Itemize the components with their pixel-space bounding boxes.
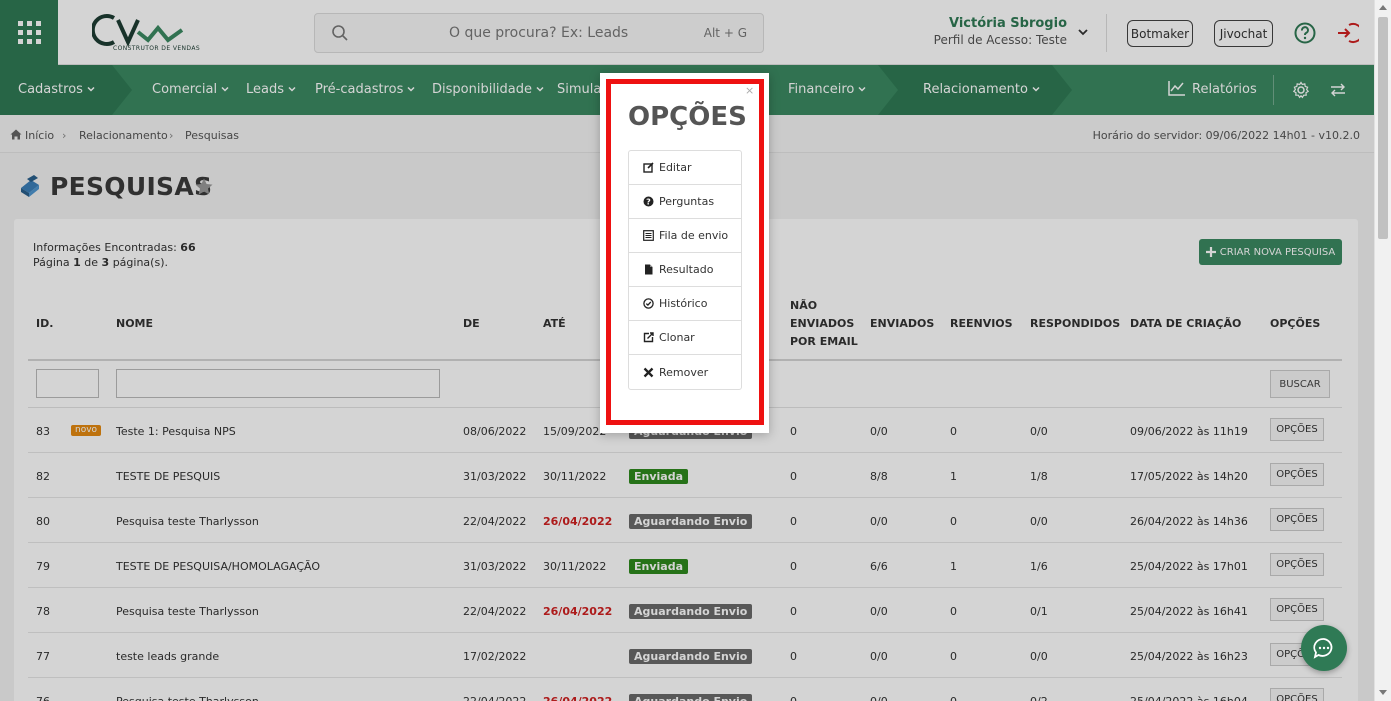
close-icon[interactable]: × bbox=[745, 84, 754, 97]
option-label: Editar bbox=[659, 161, 692, 174]
file-icon bbox=[645, 264, 653, 275]
option-label: Resultado bbox=[659, 263, 714, 276]
modal-title: OPÇÕES bbox=[628, 102, 747, 132]
clone-icon bbox=[643, 332, 654, 343]
option-fila-envio[interactable]: Fila de envio bbox=[629, 219, 741, 253]
scroll-thumb[interactable] bbox=[1378, 17, 1388, 239]
remove-icon bbox=[643, 367, 654, 377]
svg-text:?: ? bbox=[646, 197, 651, 206]
option-label: Clonar bbox=[659, 331, 695, 344]
scroll-down-arrow[interactable] bbox=[1379, 690, 1387, 695]
chat-button[interactable] bbox=[1301, 625, 1347, 671]
scroll-up-arrow[interactable] bbox=[1379, 5, 1387, 10]
option-label: Histórico bbox=[659, 297, 708, 310]
option-resultado[interactable]: Resultado bbox=[629, 253, 741, 287]
option-historico[interactable]: Histórico bbox=[629, 287, 741, 321]
vertical-scrollbar[interactable] bbox=[1374, 0, 1391, 701]
edit-icon bbox=[643, 162, 654, 173]
question-icon: ? bbox=[643, 196, 654, 207]
option-remover[interactable]: Remover bbox=[629, 355, 741, 389]
chat-icon bbox=[1313, 638, 1333, 659]
option-label: Remover bbox=[659, 365, 709, 379]
option-perguntas[interactable]: ? Perguntas bbox=[629, 185, 741, 219]
history-icon bbox=[643, 298, 654, 309]
options-list: Editar ? Perguntas Fila de envio Resulta… bbox=[628, 150, 742, 390]
option-clonar[interactable]: Clonar bbox=[629, 321, 741, 355]
option-editar[interactable]: Editar bbox=[629, 151, 741, 185]
list-icon bbox=[643, 230, 654, 241]
option-label: Perguntas bbox=[659, 195, 715, 208]
option-label: Fila de envio bbox=[659, 229, 729, 242]
